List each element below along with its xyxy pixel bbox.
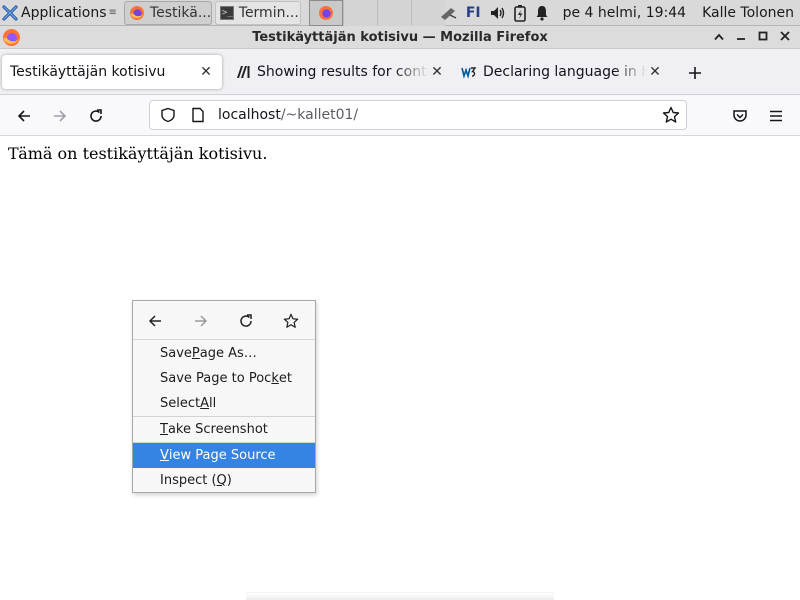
minimize-button[interactable] [730,30,752,45]
menu-item-text: ) [226,473,232,488]
menu-item-text: Save Page to Poc [160,371,272,386]
url-host: localhost [218,107,281,123]
menu-item-accesskey: A [200,396,210,411]
context-reload-button[interactable] [236,311,256,331]
close-tab-icon[interactable]: ✕ [429,64,445,80]
window-title: Testikäyttäjän kotisivu — Mozilla Firefo… [252,29,548,45]
mdn-icon [237,66,250,78]
network-icon[interactable] [438,5,458,21]
w3c-icon [461,67,477,79]
page-info-icon[interactable] [186,101,210,129]
menu-item-save-page-as[interactable]: Save Page As… [133,341,315,366]
app-menu-button[interactable] [763,103,789,129]
page-body-text: Tämä on testikäyttäjän kotisivu. [8,144,268,163]
shade-button[interactable] [708,30,730,45]
back-button[interactable] [11,103,37,129]
tab-active[interactable]: Testikäyttäjän kotisivu ✕ [2,55,222,89]
tab-strip: Testikäyttäjän kotisivu ✕ Showing result… [0,49,800,95]
taskbar-item-terminal[interactable]: >_ Termin... [214,0,301,25]
terminal-icon: >_ [219,5,234,20]
firefox-icon [3,29,20,46]
menu-item-text: ll [209,396,217,411]
context-forward-button[interactable] [191,311,211,331]
new-tab-button[interactable] [683,62,707,86]
menu-item-accesskey: T [160,422,168,437]
forward-button[interactable] [47,103,73,129]
xfce-logo-icon [2,4,18,21]
close-tab-icon[interactable]: ✕ [647,64,663,80]
menu-item-text: Select [160,396,201,411]
system-tray: FI pe 4 helmi, 19:44 Kalle Tolonen [430,0,800,26]
clock[interactable]: pe 4 helmi, 19:44 [563,5,686,21]
menu-item-accesskey: P [191,346,200,361]
url-path: /~kallet01/ [280,107,359,123]
applications-label: Applications [21,4,107,21]
reload-icon [240,314,252,327]
forward-arrow-icon [195,315,208,327]
menu-item-text: Save [160,346,192,361]
menu-item-text: iew Page Source [168,448,276,463]
context-menu-nav-row [133,301,315,340]
menu-item-inspect[interactable]: Inspect (Q) [133,468,315,493]
workspace-1[interactable] [308,0,343,26]
page-content: Tämä on testikäyttäjän kotisivu. [0,137,800,600]
menu-item-accesskey: k [271,371,279,386]
pocket-button[interactable] [727,103,753,129]
taskbar-item-label: Testikä... [149,4,212,21]
close-tab-icon[interactable]: ✕ [198,64,214,80]
user-menu[interactable]: Kalle Tolonen [702,5,794,21]
workspace-3[interactable] [376,0,411,26]
keyboard-layout-indicator[interactable]: FI [466,5,481,21]
tab-mdn[interactable]: Showing results for conte ✕ [227,55,453,89]
tab-w3c[interactable]: Declaring language in HT ✕ [453,55,671,89]
firefox-icon [318,5,333,20]
menu-item-text: age As… [199,346,257,361]
forward-arrow-icon [54,110,67,122]
menu-item-take-screenshot[interactable]: Take Screenshot [133,417,315,442]
maximize-button[interactable] [752,30,774,45]
back-arrow-icon [17,110,30,122]
reload-icon [90,109,102,122]
hamburger-menu-icon [770,110,782,122]
menu-item-accesskey: Q [216,473,227,488]
tab-label: Showing results for conte [257,64,429,80]
plus-icon [689,67,701,79]
battery-icon[interactable] [513,4,527,22]
workspace-switcher [308,0,445,26]
tab-label: Declaring language in HT [483,64,647,80]
menu-item-view-page-source[interactable]: View Page Source [133,443,315,468]
address-bar[interactable]: localhost/~kallet01/ [149,100,687,130]
back-arrow-icon [148,315,161,327]
window-titlebar: Testikäyttäjän kotisivu — Mozilla Firefo… [0,26,800,49]
notifications-bell-icon[interactable] [535,5,549,21]
menu-item-text: et [278,371,292,386]
taskbar-item-firefox[interactable]: Testikä... [123,0,212,25]
tab-label: Testikäyttäjän kotisivu [10,64,166,80]
context-bookmark-button[interactable] [281,311,301,331]
top-panel: Applications ≡ Testikä... >_ Termin... F… [0,0,800,26]
menu-item-save-to-pocket[interactable]: Save Page to Poc k et [133,366,315,391]
close-window-button[interactable] [774,30,796,45]
menu-item-text: Inspect ( [160,473,217,488]
bookmark-star-icon [283,313,299,328]
tracking-protection-shield-icon[interactable] [154,101,182,129]
context-back-button[interactable] [145,311,165,331]
taskbar-item-label: Termin... [238,4,299,21]
reload-button[interactable] [83,103,109,129]
menu-item-text: ake Screenshot [167,422,268,437]
status-panel-edge [246,592,554,600]
url-text[interactable]: localhost/~kallet01/ [218,107,358,123]
window-controls [708,26,796,49]
bookmark-star-icon[interactable] [662,106,680,124]
firefox-icon [129,5,144,20]
pocket-icon [733,110,747,122]
volume-icon[interactable] [489,5,505,21]
context-menu: Save Page As… Save Page to Poc k et Select… [132,300,316,493]
applications-menu-button[interactable]: Applications ≡ [0,0,121,26]
workspace-2[interactable] [342,0,377,26]
navigation-toolbar: localhost/~kallet01/ [0,95,800,136]
menu-item-select-all[interactable]: Select All [133,391,315,416]
menu-item-accesskey: V [160,448,169,463]
menu-arrow-icon: ≡ [108,7,117,18]
